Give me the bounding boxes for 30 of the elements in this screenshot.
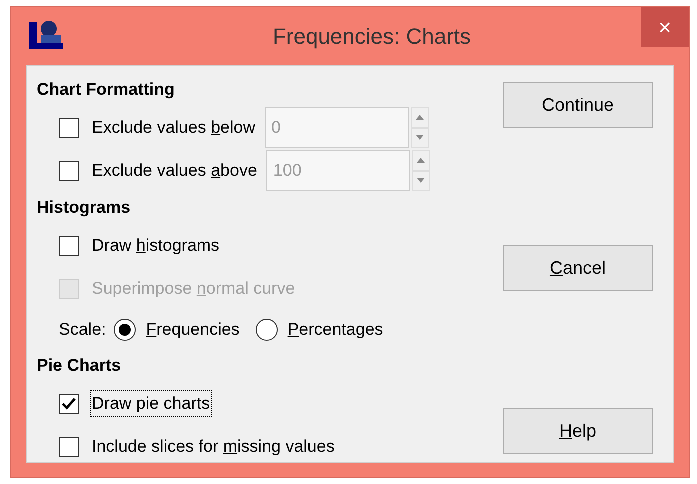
radio-label: Percentages bbox=[288, 319, 384, 342]
scale-label: Scale: bbox=[59, 319, 106, 342]
dialog-button[interactable]: Cancel bbox=[503, 245, 653, 291]
section-heading: Chart Formatting bbox=[37, 79, 176, 102]
spin-down-icon[interactable] bbox=[412, 170, 430, 191]
checkbox-label: Draw histograms bbox=[91, 234, 221, 257]
spin-down-icon[interactable] bbox=[410, 128, 429, 148]
close-button[interactable]: × bbox=[641, 7, 689, 47]
radio-button[interactable] bbox=[256, 319, 278, 341]
checkbox-label: Include slices for missing values bbox=[91, 436, 336, 458]
checkbox[interactable] bbox=[59, 236, 79, 256]
checkmark-icon bbox=[62, 398, 76, 410]
section-heading: Histograms bbox=[37, 197, 132, 220]
checkbox[interactable] bbox=[59, 436, 79, 456]
checkbox-label: Draw pie charts bbox=[91, 390, 212, 416]
section-heading: Pie Charts bbox=[37, 355, 122, 378]
checkbox-label: Exclude values above bbox=[91, 160, 258, 182]
spin-up-icon[interactable] bbox=[412, 150, 430, 170]
app-icon bbox=[29, 19, 63, 49]
radio-label: Frequencies bbox=[146, 319, 240, 342]
window-title: Frequencies: Charts bbox=[272, 22, 472, 51]
checkbox-label: Superimpose normal curve bbox=[91, 278, 296, 300]
checkbox[interactable] bbox=[59, 160, 79, 180]
spin-up-icon[interactable] bbox=[410, 107, 429, 128]
dialog-button[interactable]: Continue bbox=[503, 82, 653, 128]
checkbox[interactable] bbox=[59, 394, 79, 414]
checkbox-label: Exclude values below bbox=[91, 116, 257, 139]
checkbox[interactable] bbox=[59, 118, 79, 138]
dialog-button[interactable]: Help bbox=[503, 408, 653, 454]
radio-button[interactable] bbox=[114, 319, 136, 341]
